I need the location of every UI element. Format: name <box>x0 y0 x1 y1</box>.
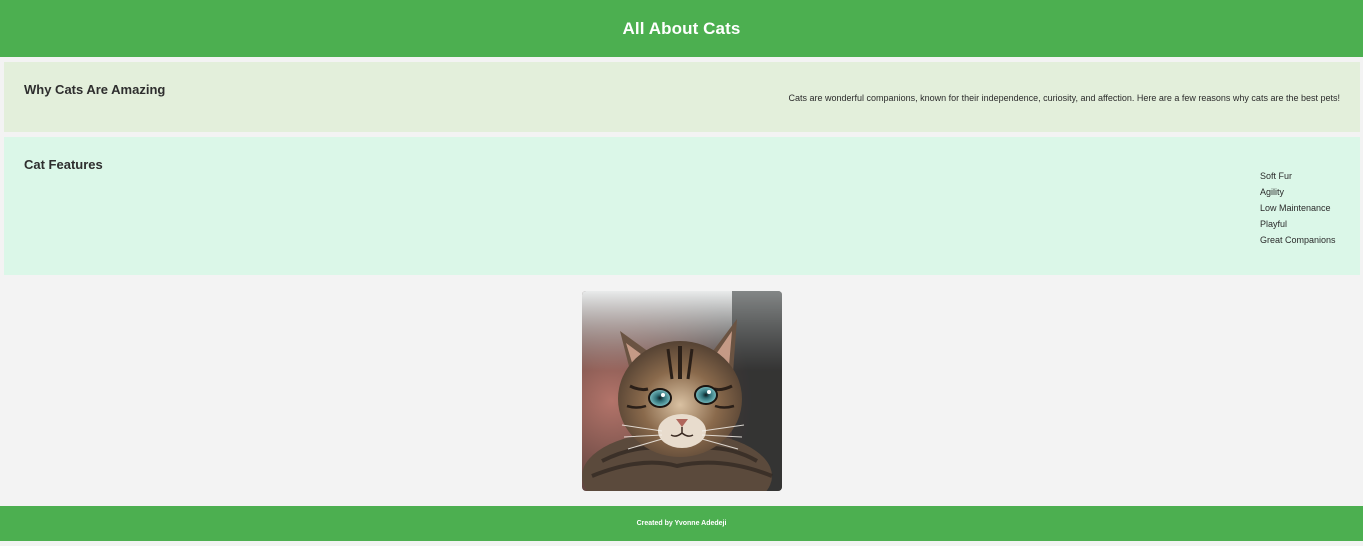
feature-item-playful: Playful <box>1260 219 1288 229</box>
why-cats-heading: Why Cats Are Amazing <box>24 82 166 97</box>
cat-features-list: Soft Fur Agility Low Maintenance Playful… <box>1260 168 1336 248</box>
footer-credit: Created by Yvonne Adedeji <box>636 520 727 527</box>
cat-image <box>582 291 782 491</box>
feature-item-great-companions: Great Companions <box>1260 235 1336 245</box>
cat-features-section: Cat Features Soft Fur Agility Low Mainte… <box>4 137 1360 275</box>
why-cats-text: Cats are wonderful companions, known for… <box>788 93 1340 103</box>
cat-features-heading: Cat Features <box>24 157 103 172</box>
feature-item-agility: Agility <box>1260 187 1285 197</box>
feature-item-soft-fur: Soft Fur <box>1260 171 1293 181</box>
feature-item-low-maintenance: Low Maintenance <box>1260 203 1331 213</box>
page-footer: Created by Yvonne Adedeji <box>0 506 1363 541</box>
page-header: All About Cats <box>0 0 1363 57</box>
page-title: All About Cats <box>622 18 741 38</box>
why-cats-section: Why Cats Are Amazing Cats are wonderful … <box>4 62 1360 132</box>
